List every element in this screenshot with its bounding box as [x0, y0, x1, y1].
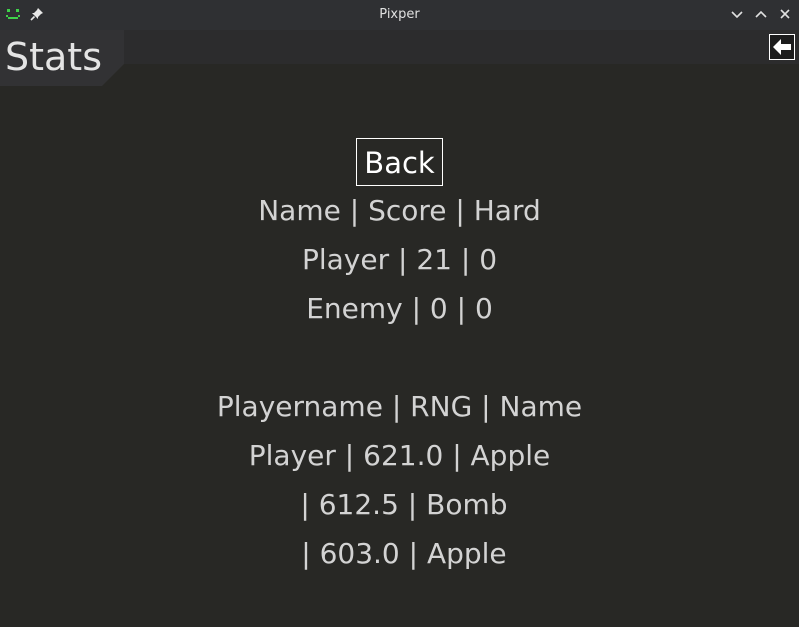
title-bar[interactable]: Pixper — [0, 0, 799, 30]
back-button[interactable]: Back — [356, 138, 443, 186]
close-icon[interactable] — [777, 6, 793, 22]
page-title: Stats — [5, 35, 103, 79]
nav-back-button[interactable] — [769, 34, 795, 60]
chevron-up-icon[interactable] — [753, 6, 769, 22]
window-title: Pixper — [379, 7, 420, 22]
chevron-down-icon[interactable] — [729, 6, 745, 22]
score-table-header: Name | Score | Hard — [258, 194, 541, 227]
stats-content: Back Name | Score | Hard Player | 21 | 0… — [0, 138, 799, 578]
app-window: Pixper Stats Back Name | Score | Hard Pl… — [0, 0, 799, 627]
score-table-row: Player | 21 | 0 — [301, 243, 498, 276]
rng-table-row: | 612.5 | Bomb — [291, 488, 508, 521]
rng-table-header: Playername | RNG | Name — [216, 390, 583, 423]
score-table-row: Enemy | 0 | 0 — [306, 292, 493, 325]
rng-table-row: | 603.0 | Apple — [292, 537, 507, 570]
rng-table-row: Player | 621.0 | Apple — [248, 439, 551, 472]
arrow-left-icon — [773, 39, 791, 55]
